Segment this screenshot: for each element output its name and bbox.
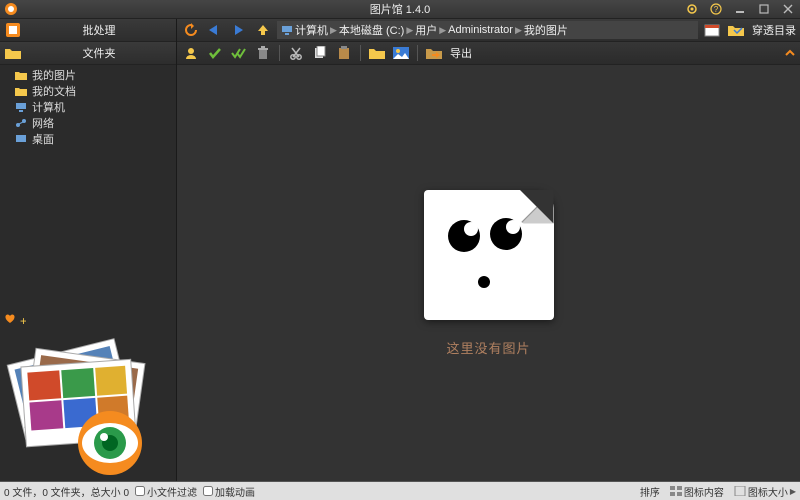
breadcrumb-segment[interactable]: 本地磁盘 (C:) [339,22,404,38]
open-folder-icon[interactable] [367,44,387,62]
check-icon[interactable] [205,44,225,62]
batch-icon [2,19,24,41]
size-icon [734,486,746,496]
calendar-icon[interactable] [702,21,722,39]
app-icon [4,2,18,16]
toggle-label: 小文件过滤 [147,484,197,499]
navigation-bar: 计算机▶ 本地磁盘 (C:)▶ 用户▶ Administrator▶ 我的图片 … [177,19,800,42]
app-title: 图片馆 1.4.0 [370,1,431,17]
sidebar-photo-stack [0,331,176,481]
toolbar: 导出 [177,42,800,65]
load-anim-toggle[interactable]: 加载动画 [203,484,255,499]
chevron-right-icon: ▶ [790,487,796,496]
sidebar-section-batch[interactable]: 批处理 [0,19,176,42]
export-folder-icon[interactable] [424,44,444,62]
sidebar-section-folders[interactable]: 文件夹 [0,42,176,65]
person-icon[interactable] [181,44,201,62]
thumb-size-button[interactable]: 图标大小 ▶ [734,484,796,499]
separator [279,45,280,61]
close-button[interactable] [780,2,796,16]
penetrate-label[interactable]: 穿透目录 [752,22,796,38]
tree-item-my-pictures[interactable]: 我的图片 [0,67,176,83]
app-window: 图片馆 1.4.0 ? 批处理 文件夹 我的图片 [0,0,800,500]
folder-image-icon [14,68,28,82]
chevron-right-icon: ▶ [439,25,446,36]
empty-state-text: 这里没有图片 [446,338,530,357]
grid-icon [670,486,682,496]
breadcrumb-segment[interactable]: 我的图片 [524,22,568,38]
toggle-label: 加载动画 [215,484,255,499]
sort-button[interactable]: 排序 [640,484,660,499]
status-summary: 0 文件，0 文件夹，总大小 0 [4,484,129,499]
network-icon [14,116,28,130]
chevron-right-icon: ▶ [406,25,413,36]
main-area: 计算机▶ 本地磁盘 (C:)▶ 用户▶ Administrator▶ 我的图片 … [177,19,800,481]
back-icon[interactable] [205,21,225,39]
sidebar-section-label: 批处理 [24,22,174,38]
copy-icon[interactable] [310,44,330,62]
chevron-right-icon: ▶ [330,25,337,36]
tree-label: 我的图片 [32,67,76,83]
content-area: 这里没有图片 [177,65,800,481]
sidebar-add-row[interactable]: + [0,311,176,331]
sidebar-section-label: 文件夹 [24,45,174,61]
tree-label: 桌面 [32,131,54,147]
sidebar: 批处理 文件夹 我的图片 我的文档 计算机 [0,19,177,481]
separator [360,45,361,61]
heart-add-icon: + [4,313,26,329]
cut-icon[interactable] [286,44,306,62]
filter-small-toggle[interactable]: 小文件过滤 [135,484,197,499]
desktop-icon [14,132,28,146]
paste-icon[interactable] [334,44,354,62]
tree-label: 计算机 [32,99,65,115]
forward-icon[interactable] [229,21,249,39]
tree-label: 网络 [32,115,54,131]
breadcrumb-root-icon [281,25,293,35]
tree-item-network[interactable]: 网络 [0,115,176,131]
chevron-right-icon: ▶ [515,25,522,36]
trash-icon[interactable] [253,44,273,62]
maximize-button[interactable] [756,2,772,16]
svg-text:+: + [20,314,26,328]
separator [417,45,418,61]
title-bar: 图片馆 1.4.0 ? [0,0,800,19]
refresh-icon[interactable] [181,21,201,39]
folder-icon [2,42,24,64]
up-icon[interactable] [253,21,273,39]
folder-tree: 我的图片 我的文档 计算机 网络 桌面 [0,65,176,149]
thumb-content-button[interactable]: 图标内容 [670,484,724,499]
tree-item-desktop[interactable]: 桌面 [0,131,176,147]
breadcrumb-segment[interactable]: Administrator [448,24,513,36]
svg-text:?: ? [714,5,719,14]
folder-doc-icon [14,84,28,98]
help-icon[interactable]: ? [708,2,724,16]
breadcrumb-segment[interactable]: 计算机 [295,22,328,38]
status-bar: 0 文件，0 文件夹，总大小 0 小文件过滤 加载动画 排序 图标内容 图标大小… [0,481,800,500]
collapse-toolbar-icon[interactable] [784,42,796,64]
tree-item-my-documents[interactable]: 我的文档 [0,83,176,99]
empty-state-icon [424,190,554,320]
tree-label: 我的文档 [32,83,76,99]
button-label: 图标内容 [684,484,724,499]
tree-item-computer[interactable]: 计算机 [0,99,176,115]
minimize-button[interactable] [732,2,748,16]
computer-icon [14,100,28,114]
image-icon[interactable] [391,44,411,62]
button-label: 图标大小 [748,484,788,499]
penetrate-folder-icon[interactable] [726,21,746,39]
breadcrumb: 计算机▶ 本地磁盘 (C:)▶ 用户▶ Administrator▶ 我的图片 [277,21,698,39]
settings-icon[interactable] [684,2,700,16]
breadcrumb-segment[interactable]: 用户 [415,22,437,38]
export-label[interactable]: 导出 [450,45,472,61]
double-check-icon[interactable] [229,44,249,62]
